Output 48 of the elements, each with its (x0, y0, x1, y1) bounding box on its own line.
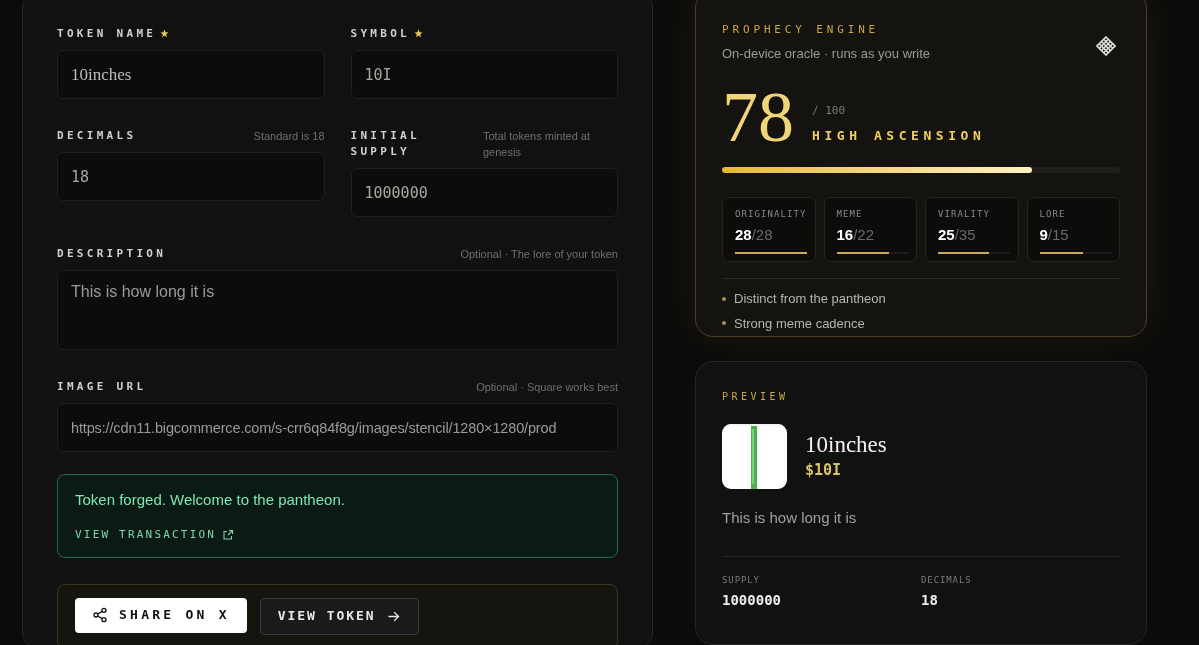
field-label: DESCRIPTION (57, 246, 167, 262)
input-field[interactable]: 1000000 (350, 168, 618, 217)
score-verdict: HIGH ASCENSION (812, 126, 986, 145)
metric-label: VIRALITY (938, 208, 991, 221)
note-text: Strong meme cadence (734, 314, 865, 333)
input-field[interactable]: 18 (57, 152, 325, 201)
metric-label: ORIGINALITY (735, 208, 803, 221)
token-symbol: $10I (805, 460, 843, 482)
note-text: Distinct from the pantheon (734, 290, 886, 308)
metric-value: 16/22 (836, 224, 876, 245)
field-hint: Total tokens minted at genesis (483, 129, 591, 160)
bullet-icon (722, 296, 726, 301)
transaction-link[interactable]: VIEW TRANSACTION (75, 526, 235, 543)
share-button[interactable]: SHARE ON X (75, 597, 247, 633)
knot-icon (1096, 36, 1116, 56)
input-field[interactable]: https://cdn11.bigcommerce.com/s-crr6q84f8g/images/stencil/1280×1280/prod (57, 403, 618, 452)
bullet-icon (722, 321, 726, 326)
field-label: IMAGE URL (57, 379, 147, 395)
input-field[interactable]: 10inches (57, 50, 325, 99)
stat-value: 18 (921, 591, 939, 611)
token-name: 10inches (805, 431, 887, 460)
metric-value: 25/35 (938, 224, 977, 245)
score-max: / 100 (812, 103, 847, 119)
external-link-icon (222, 528, 235, 541)
score-value: 78 (722, 81, 794, 153)
input-field[interactable]: 10I (350, 50, 618, 99)
token-description: This is how long it is (722, 507, 1120, 557)
metric-value: 28/28 (735, 224, 774, 245)
stat-label: SUPPLY (722, 573, 761, 587)
field-label: SYMBOL (350, 26, 411, 42)
share-icon (92, 607, 108, 623)
card-title: PROPHECY ENGINE (722, 22, 881, 38)
metric-label: LORE (1039, 208, 1067, 221)
metric-label: MEME (836, 208, 864, 221)
field-hint: Optional · The lore of your token (460, 247, 618, 262)
field-label: INITIAL SUPPLY (350, 128, 421, 160)
stat-value: 1000000 (722, 591, 782, 611)
description-field[interactable]: This is how long it is (57, 270, 618, 350)
metric-value: 9/15 (1039, 224, 1070, 245)
field-hint: Optional · Square works best (476, 380, 618, 395)
success-message: Token forged. Welcome to the pantheon. (75, 490, 346, 510)
card-title: PREVIEW (722, 390, 790, 405)
view-token-button[interactable]: VIEW TOKEN (259, 597, 419, 635)
stat-label: DECIMALS (921, 573, 973, 587)
field-hint: Standard is 18 (253, 129, 325, 144)
field-label: TOKEN NAME (57, 26, 157, 42)
field-label: DECIMALS (57, 128, 137, 144)
card-subtitle: On-device oracle · runs as you write (722, 44, 931, 63)
